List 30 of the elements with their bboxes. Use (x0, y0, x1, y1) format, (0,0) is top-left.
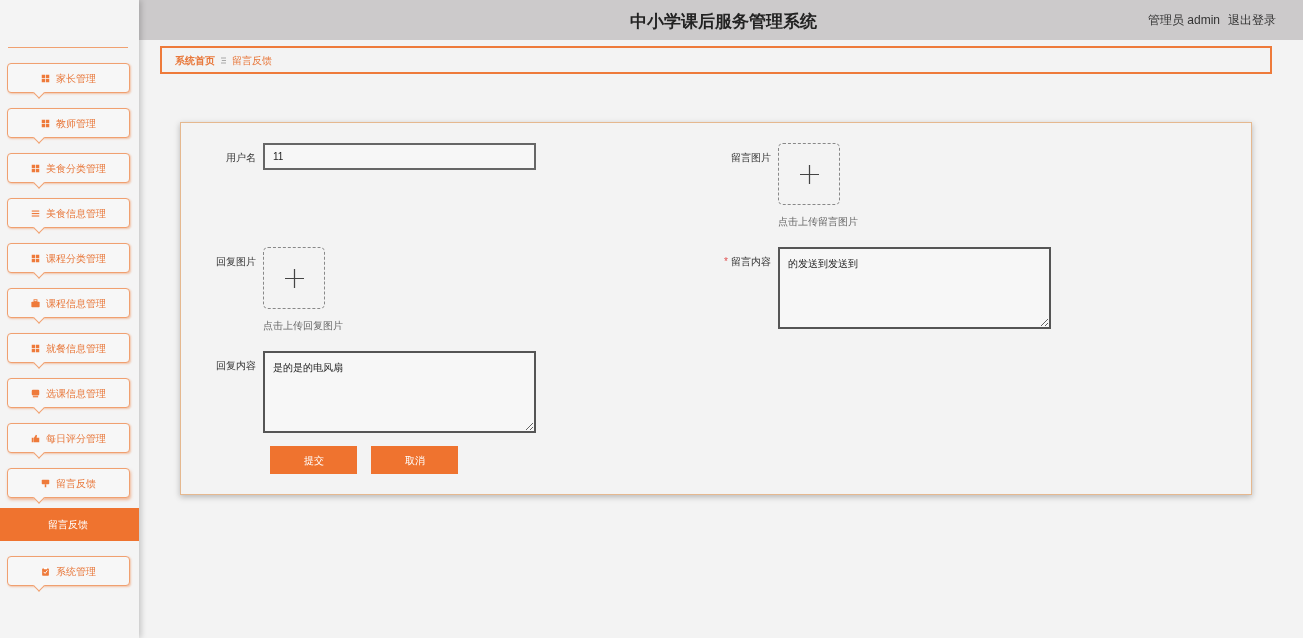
menu-item[interactable]: 教师管理 (7, 108, 130, 138)
field-label: 回复内容 (216, 359, 256, 373)
menu-item[interactable]: 家长管理 (7, 63, 130, 93)
menu-item[interactable]: 就餐信息管理 (7, 333, 130, 363)
field-label: 留言内容 (731, 255, 771, 269)
text-area[interactable]: 的发送到发送到 (778, 247, 1051, 329)
menu-item[interactable]: 美食分类管理 (7, 153, 130, 183)
app-title: 中小学课后服务管理系统 (630, 11, 817, 33)
menu-item[interactable]: 每日评分管理 (7, 423, 130, 453)
text-area[interactable]: 是的是的电风扇 (263, 351, 536, 433)
upload-hint: 点击上传留言图片 (778, 215, 858, 229)
field-label: 留言图片 (731, 151, 771, 165)
menu-item[interactable]: 课程分类管理 (7, 243, 130, 273)
user-label: 管理员 admin (1147, 12, 1220, 29)
field-label: 用户名 (226, 151, 256, 165)
breadcrumb-link[interactable]: 留言反馈 (232, 52, 272, 68)
breadcrumb-link[interactable]: 系统首页 (175, 52, 215, 68)
menu-item[interactable]: 留言反馈 (7, 468, 130, 498)
submenu-item[interactable]: 留言反馈 (0, 508, 139, 541)
form-button[interactable]: 提交 (270, 446, 357, 474)
menu-item[interactable]: 课程信息管理 (7, 288, 130, 318)
logout-link[interactable]: 退出登录 (1228, 11, 1276, 29)
required-asterisk: * (724, 255, 728, 269)
menu-item[interactable]: 选课信息管理 (7, 378, 130, 408)
field-label: 回复图片 (216, 255, 256, 269)
menu-item[interactable]: 美食信息管理 (7, 198, 130, 228)
text-field[interactable]: 11 (263, 143, 536, 170)
form-button[interactable]: 取消 (371, 446, 458, 474)
upload-hint: 点击上传回复图片 (263, 319, 343, 333)
menu-item[interactable]: 系统管理 (7, 556, 130, 586)
